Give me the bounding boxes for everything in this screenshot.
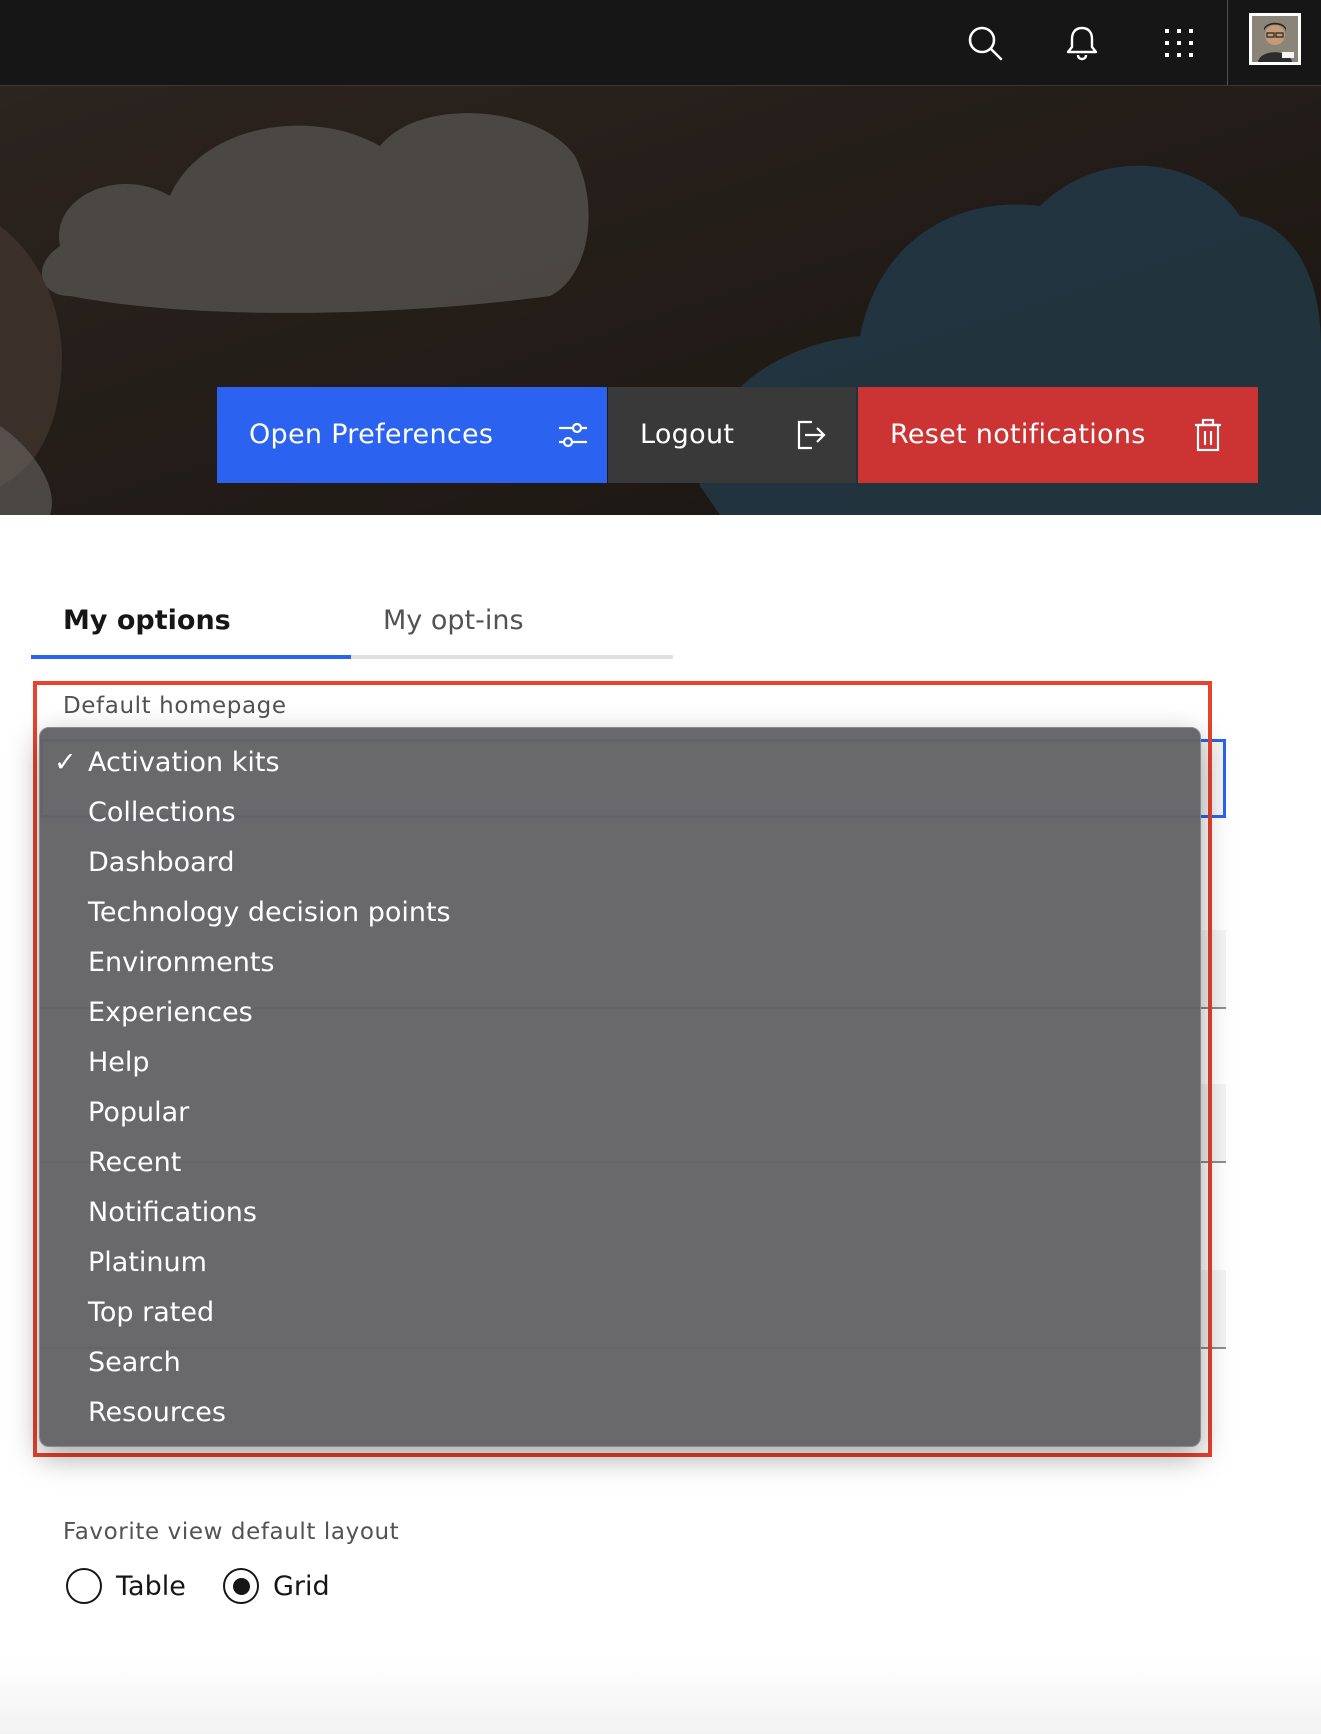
avatar-image (1252, 16, 1298, 62)
option-experiences[interactable]: Experiences (88, 988, 253, 1038)
option-notifications[interactable]: Notifications (88, 1188, 257, 1238)
open-preferences-button[interactable]: Open Preferences (217, 387, 607, 483)
checkmark-icon: ✓ (54, 747, 77, 778)
radio-button-checked[interactable] (223, 1568, 259, 1604)
radio-grid[interactable]: Grid (223, 1564, 330, 1608)
tab-my-options[interactable]: My options (31, 590, 351, 659)
options-tabs: My options My opt-ins (31, 590, 673, 659)
logout-icon (797, 420, 826, 450)
sliders-icon (559, 422, 587, 448)
notifications-button[interactable] (1034, 0, 1130, 85)
option-help[interactable]: Help (88, 1038, 150, 1088)
option-resources[interactable]: Resources (88, 1388, 226, 1438)
logout-button[interactable]: Logout (608, 387, 856, 483)
option-top-rated[interactable]: Top rated (88, 1288, 214, 1338)
option-recent[interactable]: Recent (88, 1138, 181, 1188)
option-platinum[interactable]: Platinum (88, 1238, 207, 1288)
trash-icon (1195, 418, 1221, 452)
option-technology-decision-points[interactable]: Technology decision points (88, 888, 451, 938)
notification-bell-icon (1066, 26, 1098, 60)
default-homepage-dropdown: ✓ Activation kits Collections Dashboard … (39, 727, 1201, 1447)
option-dashboard[interactable]: Dashboard (88, 838, 234, 888)
user-avatar[interactable] (1249, 13, 1301, 65)
option-popular[interactable]: Popular (88, 1088, 189, 1138)
app-switcher-button[interactable] (1131, 0, 1227, 85)
radio-table[interactable]: Table (66, 1564, 186, 1608)
option-search[interactable]: Search (88, 1338, 181, 1388)
open-preferences-label: Open Preferences (249, 419, 494, 450)
option-label: Activation kits (88, 747, 280, 778)
radio-grid-label: Grid (273, 1570, 330, 1602)
option-environments[interactable]: Environments (88, 938, 274, 988)
search-button[interactable] (937, 0, 1033, 85)
favorite-layout-label: Favorite view default layout (63, 1519, 400, 1545)
top-header (0, 0, 1321, 86)
reset-notifications-label: Reset notifications (890, 419, 1146, 450)
page: Open Preferences Logout Reset notificati… (0, 0, 1321, 1734)
page-footer-shade (0, 1660, 1321, 1734)
radio-dot (232, 1577, 250, 1595)
app-switcher-icon (1165, 28, 1193, 57)
option-collections[interactable]: Collections (88, 788, 236, 838)
option-activation-kits[interactable]: ✓ Activation kits (54, 738, 280, 788)
logout-label: Logout (640, 419, 735, 450)
search-icon (968, 26, 1003, 60)
reset-notifications-button[interactable]: Reset notifications (858, 387, 1258, 483)
radio-table-label: Table (116, 1570, 186, 1602)
radio-button-unchecked[interactable] (66, 1568, 102, 1604)
tab-my-opt-ins[interactable]: My opt-ins (351, 590, 673, 659)
header-divider (1227, 0, 1228, 85)
